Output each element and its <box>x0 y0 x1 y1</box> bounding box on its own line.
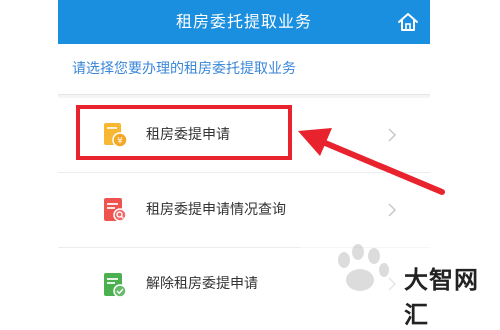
page-title: 租房委托提取业务 <box>175 12 312 31</box>
prompt-text: 请选择您要办理的租房委托提取业务 <box>72 61 296 77</box>
prompt-bar: 请选择您要办理的租房委托提取业务 <box>58 44 430 95</box>
highlight-box <box>76 105 292 160</box>
home-button[interactable] <box>394 8 422 36</box>
document-search-icon <box>104 198 127 222</box>
chevron-right-icon <box>388 203 397 217</box>
document-check-icon <box>104 273 127 298</box>
menu-item-label: 解除租房委提申请 <box>146 276 258 292</box>
chevron-right-icon <box>388 128 397 142</box>
home-icon <box>398 13 418 31</box>
watermark-text: 大智网汇 <box>404 266 479 329</box>
left-margin <box>0 0 58 301</box>
menu-item-application-query[interactable]: 租房委提申请情况查询 <box>58 173 430 248</box>
menu-item-label: 租房委提申请情况查询 <box>146 202 286 218</box>
header-bar: 租房委托提取业务 <box>58 0 430 44</box>
